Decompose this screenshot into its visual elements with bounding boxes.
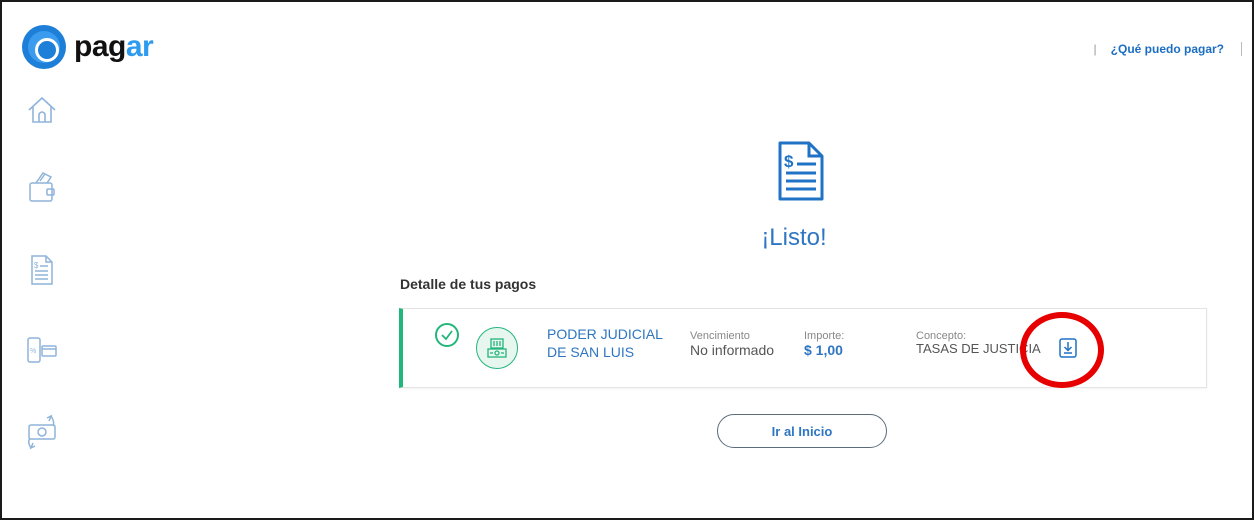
- sidebar-item-invoices[interactable]: $: [20, 250, 64, 290]
- entity-line-1: PODER JUDICIAL: [547, 326, 663, 342]
- header-separator: |: [1093, 42, 1097, 56]
- money-transfer-icon: [27, 414, 56, 450]
- brand-logo[interactable]: pagar: [22, 25, 154, 69]
- sidebar-item-recharge[interactable]: %: [20, 330, 64, 370]
- amount-value: $ 1,00: [804, 342, 843, 358]
- wallet-icon: [29, 172, 55, 202]
- invoice-icon: $: [31, 255, 53, 285]
- mobile-recharge-icon: %: [27, 337, 57, 363]
- success-title: ¡Listo!: [761, 224, 827, 251]
- app-window: pagar | ¿Qué puedo pagar? $ % $ ¡Listo! …: [0, 0, 1254, 520]
- due-date-label: Vencimiento: [690, 330, 750, 342]
- header-divider: [1241, 42, 1242, 56]
- svg-text:$: $: [784, 152, 794, 171]
- entity-line-2: DE SAN LUIS: [547, 344, 635, 360]
- entity-building-icon: [476, 327, 518, 369]
- annotation-highlight-circle: [1020, 312, 1104, 388]
- payments-detail-heading: Detalle de tus pagos: [400, 276, 537, 292]
- check-icon: [435, 323, 459, 347]
- home-icon: [28, 96, 56, 123]
- sidebar-item-home[interactable]: [20, 90, 64, 130]
- amount-label: Importe:: [804, 330, 845, 342]
- svg-text:$: $: [34, 261, 39, 270]
- header-help: | ¿Qué puedo pagar?: [1093, 42, 1242, 56]
- svg-text:%: %: [30, 348, 36, 355]
- sidebar-item-wallet[interactable]: [20, 168, 64, 208]
- go-home-button[interactable]: Ir al Inicio: [717, 414, 887, 448]
- receipt-success-icon: $: [776, 140, 826, 207]
- due-date-value: No informado: [690, 342, 775, 358]
- sidebar-item-transfer[interactable]: [20, 412, 64, 452]
- logo-mark-icon: [22, 25, 66, 69]
- brand-name: pagar: [74, 30, 154, 63]
- payment-entity-name: PODER JUDICIAL DE SAN LUIS: [547, 325, 687, 361]
- what-can-i-pay-link[interactable]: ¿Qué puedo pagar?: [1111, 42, 1224, 56]
